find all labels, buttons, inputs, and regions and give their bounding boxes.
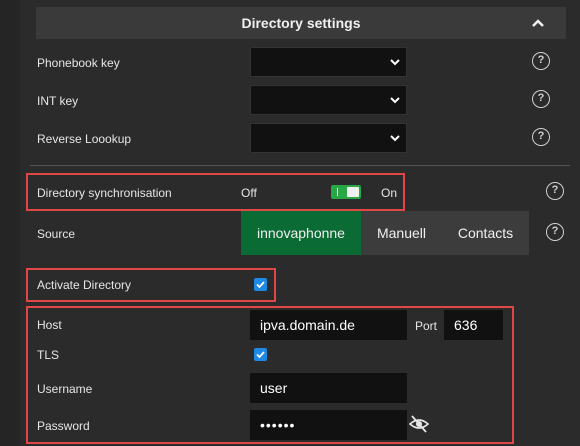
tls-checkbox[interactable] [254,348,267,361]
password-label: Password [37,419,90,433]
sync-on-label: On [381,186,398,200]
eye-slash-icon[interactable] [408,414,430,434]
toggle-tick [337,188,338,196]
chevron-up-icon[interactable] [528,13,548,33]
chevron-down-icon [390,135,400,142]
port-label: Port [415,319,438,333]
sync-label: Directory synchronisation [37,186,172,200]
sidebar-gutter [0,0,20,446]
reverse-lookup-label: Reverse Loookup [37,132,132,146]
sync-off-label: Off [241,186,257,200]
source-label: Source [37,227,76,241]
tls-label: TLS [37,348,60,362]
help-icon[interactable]: ? [532,52,550,70]
reverse-lookup-select[interactable] [250,123,407,153]
source-option-manuell[interactable]: Manuell [361,211,442,255]
checkmark-icon [256,281,265,289]
help-icon[interactable]: ? [546,182,564,200]
port-input[interactable]: 636 [444,310,503,340]
activate-checkbox[interactable] [254,278,267,291]
activate-label: Activate Directory [37,278,132,292]
password-input[interactable]: •••••• [250,410,407,440]
divider [30,165,570,166]
username-label: Username [37,382,93,396]
int-key-label: INT key [37,94,79,108]
help-icon[interactable]: ? [532,90,550,108]
host-label: Host [37,318,62,332]
help-icon[interactable]: ? [532,128,550,146]
chevron-down-icon [390,59,400,66]
host-input[interactable]: ipva.domain.de [250,310,407,340]
source-option-contacts[interactable]: Contacts [442,211,529,255]
toggle-knob [347,187,359,197]
checkmark-icon [256,351,265,359]
phonebook-key-label: Phonebook key [37,56,120,70]
sync-toggle[interactable] [331,185,361,199]
username-input[interactable]: user [250,373,407,403]
phonebook-key-select[interactable] [250,47,407,77]
section-title: Directory settings [241,15,361,31]
source-option-innovaphonne[interactable]: innovaphonne [241,211,361,255]
chevron-down-icon [390,97,400,104]
int-key-select[interactable] [250,85,407,115]
help-icon[interactable]: ? [546,223,564,241]
